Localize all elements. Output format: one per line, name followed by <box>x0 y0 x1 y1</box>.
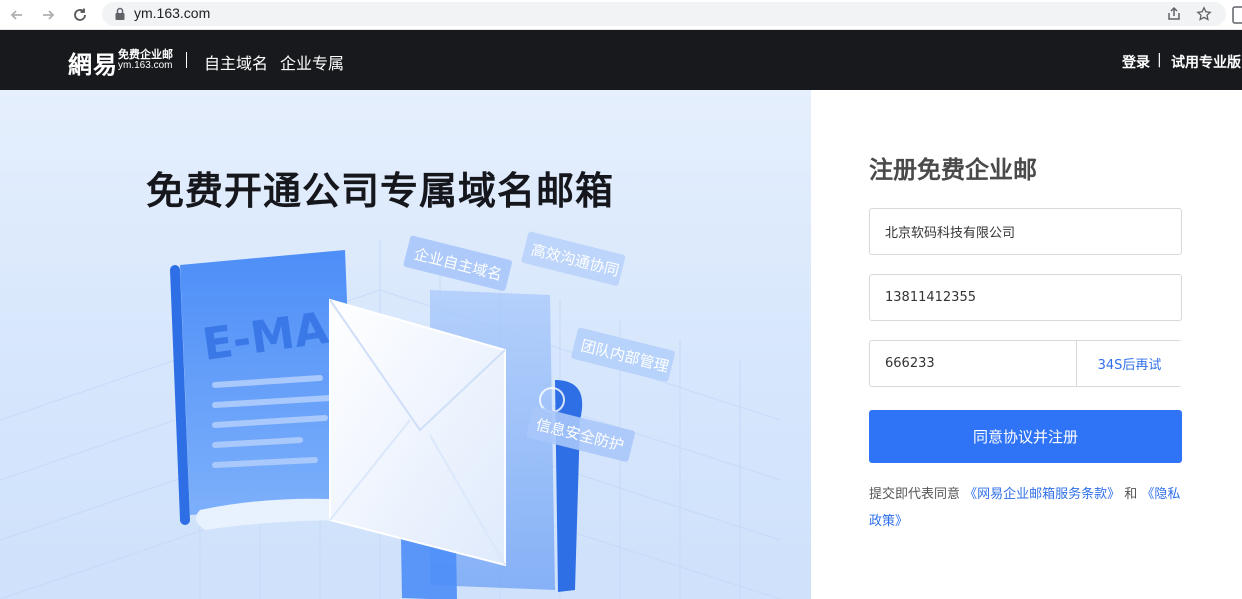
verification-code-input[interactable] <box>870 341 1075 386</box>
agreement-text: 提交即代表同意 《网易企业邮箱服务条款》 和 《隐私政策》 <box>869 481 1187 535</box>
nav-custom-domain[interactable]: 自主域名 <box>204 50 268 74</box>
company-field <box>869 208 1182 255</box>
arrow-right-icon <box>43 10 55 20</box>
agree-register-button[interactable]: 同意协议并注册 <box>869 410 1182 463</box>
reload-button[interactable] <box>69 4 91 26</box>
share-icon[interactable] <box>1166 6 1182 22</box>
hero-title: 免费开通公司专属域名邮箱 <box>146 169 615 213</box>
reload-icon <box>74 8 86 21</box>
forward-button[interactable] <box>37 4 59 26</box>
register-title: 注册免费企业邮 <box>869 156 1037 184</box>
logo-domain: ym.163.com <box>118 60 173 71</box>
site-header: 網易 免费企业邮 ym.163.com 自主域名 企业专属 登录 | 试用专业版 <box>0 30 1242 90</box>
back-button[interactable] <box>6 4 28 26</box>
hero-banner: 免费开通公司专属域名邮箱 E-MAIL 企业自主域名 高效沟通协同 团队内部管理… <box>0 90 811 599</box>
phone-input[interactable] <box>870 275 1181 320</box>
company-input[interactable] <box>870 209 1181 254</box>
trial-pro-link[interactable]: 试用专业版 <box>1171 52 1241 72</box>
resend-code-button[interactable]: 34S后再试 <box>1076 341 1182 386</box>
terms-link[interactable]: 《网易企业邮箱服务条款》 <box>964 487 1120 502</box>
lock-icon <box>115 7 125 20</box>
agreement-and: 和 <box>1120 487 1142 502</box>
address-bar[interactable]: ym.163.com <box>102 2 1226 26</box>
nav-enterprise[interactable]: 企业专属 <box>280 50 344 74</box>
agreement-prefix: 提交即代表同意 <box>869 487 965 502</box>
side-panel-icon[interactable] <box>1232 6 1242 24</box>
phone-field <box>869 274 1182 321</box>
register-panel: 注册免费企业邮 34S后再试 同意协议并注册 提交即代表同意 《网易企业邮箱服务… <box>811 90 1242 599</box>
arrow-left-icon <box>10 10 22 20</box>
header-divider <box>186 52 187 68</box>
login-link[interactable]: 登录 <box>1122 52 1150 72</box>
netease-logo[interactable]: 網易 <box>68 45 118 80</box>
bookmark-star-icon[interactable] <box>1196 6 1212 22</box>
url-text: ym.163.com <box>134 5 211 21</box>
verification-field: 34S后再试 <box>869 340 1182 387</box>
header-right-separator: | <box>1157 52 1162 68</box>
browser-toolbar: ym.163.com <box>0 0 1242 30</box>
email-illustration: E-MAIL 企业自主域名 高效沟通协同 团队内部管理 信息安全防护 <box>0 231 781 599</box>
